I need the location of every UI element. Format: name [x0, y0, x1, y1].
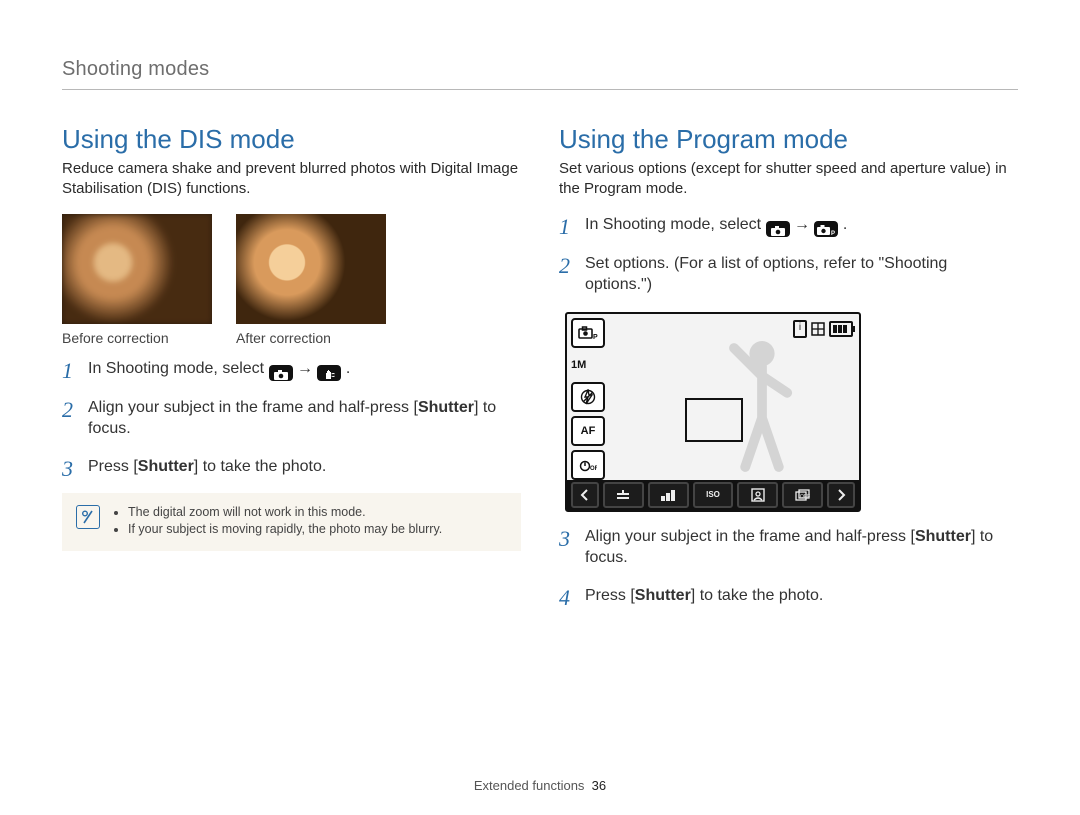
step-text: Align your subject in the frame and half…: [88, 399, 418, 416]
mode-program-icon: P: [571, 318, 605, 348]
program-step-4: Press [Shutter] to take the photo.: [559, 585, 1018, 607]
step-text-end: .: [346, 360, 350, 377]
arrow-text: →: [794, 216, 814, 233]
timer-off-icon: OFF: [571, 450, 605, 480]
ev-icon: [603, 482, 644, 508]
camera-icon: [766, 221, 790, 237]
page-number: 36: [592, 778, 606, 793]
wb-icon: [648, 482, 689, 508]
step-text: Press [: [88, 458, 138, 475]
lcd-screenshot: P 1M AF OFF i: [565, 312, 1018, 512]
svg-text:OFF: OFF: [800, 494, 810, 500]
footer-section-label: Extended functions: [474, 778, 585, 793]
face-detect-icon: [737, 482, 778, 508]
note-item: The digital zoom will not work in this m…: [128, 505, 442, 519]
shutter-label: Shutter: [418, 399, 474, 416]
page-footer: Extended functions 36: [0, 778, 1080, 793]
step-text: Press [: [585, 587, 635, 604]
iso-icon: ISO: [693, 482, 734, 508]
after-correction-photo: [236, 214, 386, 324]
chevron-left-icon: [571, 482, 599, 508]
program-intro-text: Set various options (except for shutter …: [559, 159, 1018, 200]
program-step-1: In Shooting mode, select → P .: [559, 214, 1018, 237]
before-photo-block: Before correction: [62, 214, 212, 346]
program-step-2: Set options. (For a list of options, ref…: [559, 253, 1018, 296]
drive-mode-icon: OFF: [782, 482, 823, 508]
heading-program-mode: Using the Program mode: [559, 124, 1018, 155]
step-text: In Shooting mode, select: [585, 216, 766, 233]
battery-icon: [829, 321, 853, 337]
svg-text:P: P: [593, 334, 598, 340]
dis-step-2: Align your subject in the frame and half…: [62, 397, 521, 440]
before-caption: Before correction: [62, 330, 212, 346]
dis-step-1: In Shooting mode, select → .: [62, 358, 521, 381]
before-correction-photo: [62, 214, 212, 324]
note-icon: [76, 505, 100, 529]
left-column: Using the DIS mode Reduce camera shake a…: [62, 124, 521, 622]
after-photo-block: After correction: [236, 214, 386, 346]
af-icon: AF: [571, 416, 605, 446]
camera-p-icon: P: [814, 221, 838, 237]
arrow-text: →: [297, 360, 317, 377]
heading-dis-mode: Using the DIS mode: [62, 124, 521, 155]
section-header: Shooting modes: [62, 58, 1018, 90]
svg-text:OFF: OFF: [590, 466, 597, 472]
dis-hand-icon: [317, 365, 341, 381]
dis-intro-text: Reduce camera shake and prevent blurred …: [62, 159, 521, 200]
step-text-end: ] to take the photo.: [691, 587, 824, 604]
dis-steps: In Shooting mode, select → . Align your …: [62, 358, 521, 478]
lcd-bottom-bar: ISO OFF: [567, 480, 859, 510]
program-step-3: Align your subject in the frame and half…: [559, 526, 1018, 569]
program-steps-bottom: Align your subject in the frame and half…: [559, 526, 1018, 607]
note-box: The digital zoom will not work in this m…: [62, 493, 521, 551]
svg-text:P: P: [831, 231, 835, 236]
chevron-right-icon: [827, 482, 855, 508]
flash-off-icon: [571, 382, 605, 412]
lcd-left-icons: P 1M AF OFF: [571, 318, 605, 480]
note-item: If your subject is moving rapidly, the p…: [128, 522, 442, 536]
step-text: Set options. (For a list of options, ref…: [585, 255, 947, 294]
right-column: Using the Program mode Set various optio…: [559, 124, 1018, 622]
before-after-photos: Before correction After correction: [62, 214, 521, 346]
resolution-label: 1M: [571, 352, 601, 378]
two-column-layout: Using the DIS mode Reduce camera shake a…: [62, 124, 1018, 622]
after-caption: After correction: [236, 330, 386, 346]
manual-page: Shooting modes Using the DIS mode Reduce…: [0, 0, 1080, 815]
lcd-display: P 1M AF OFF i: [565, 312, 861, 512]
step-text: Align your subject in the frame and half…: [585, 528, 915, 545]
shutter-label: Shutter: [138, 458, 194, 475]
dis-step-3: Press [Shutter] to take the photo.: [62, 456, 521, 478]
shutter-label: Shutter: [915, 528, 971, 545]
note-list: The digital zoom will not work in this m…: [112, 505, 442, 539]
grid-icon: [811, 322, 825, 336]
step-text-end: ] to take the photo.: [194, 458, 327, 475]
camera-icon: [269, 365, 293, 381]
program-steps-top: In Shooting mode, select → P . Set optio…: [559, 214, 1018, 296]
focus-frame-icon: [685, 398, 743, 442]
step-text-end: .: [843, 216, 847, 233]
shutter-label: Shutter: [635, 587, 691, 604]
step-text: In Shooting mode, select: [88, 360, 269, 377]
